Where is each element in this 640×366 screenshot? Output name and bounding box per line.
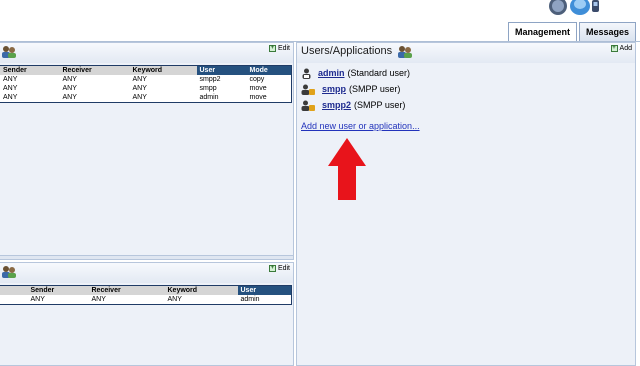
user-type: (Standard user)	[347, 68, 411, 78]
user-list: admin (Standard user) smpp (SMPP user) s…	[301, 65, 410, 113]
col-keyword[interactable]: Keyword	[129, 65, 197, 75]
add-user-label: Add	[619, 45, 632, 52]
add-user-button[interactable]: + Add	[610, 45, 632, 52]
second-edit-button[interactable]: + Edit	[268, 265, 290, 272]
tab-messages[interactable]: Messages	[578, 22, 636, 41]
col-sender[interactable]: Sender	[0, 65, 60, 75]
users-group-icon	[2, 266, 16, 278]
list-item: smpp (SMPP user)	[301, 81, 410, 97]
routing-table: Sender Receiver Keyword User Mode ANY AN…	[0, 65, 292, 103]
cell-mode: move	[249, 85, 267, 92]
panel-splitter[interactable]	[0, 255, 294, 260]
user-type: (SMPP user)	[349, 84, 401, 94]
second-table: Sender Receiver Keyword User ANY ANY ANY…	[0, 285, 292, 305]
cell-empty	[0, 295, 28, 305]
red-arrow-up-icon	[328, 138, 366, 200]
routing-edit-label: Edit	[277, 45, 290, 52]
second-panel: + Edit Sender Receiver Keyword User ANY …	[0, 262, 294, 366]
cell-keyword: ANY	[132, 76, 147, 83]
cell-user: admin	[240, 296, 260, 303]
list-item: admin (Standard user)	[301, 65, 410, 81]
users-panel-header: Users/Applications + Add	[297, 43, 635, 63]
cell-keyword: ANY	[132, 85, 147, 92]
table-row[interactable]: ANY ANY ANY admin move	[0, 93, 292, 103]
smpp-user-icon	[301, 84, 315, 95]
users-group-icon	[398, 46, 412, 58]
users-group-icon	[2, 46, 16, 58]
tab-management[interactable]: Management	[507, 22, 577, 41]
user-link-admin[interactable]: admin	[318, 68, 345, 78]
second-edit-label: Edit	[277, 265, 290, 272]
users-panel: Users/Applications + Add admin (Standard…	[296, 42, 636, 366]
col-mode[interactable]: Mode	[246, 65, 292, 75]
edit-icon: +	[268, 45, 276, 52]
cell-keyword: ANY	[132, 94, 147, 101]
table-row[interactable]: ANY ANY ANY smpp2 copy	[0, 75, 292, 84]
top-bar: Management Messages	[0, 0, 640, 42]
second-panel-header: + Edit	[0, 263, 293, 283]
cell-sender: ANY	[3, 94, 18, 101]
cell-receiver: ANY	[62, 85, 77, 92]
main-tabs: Management Messages	[507, 22, 636, 41]
cell-user: admin	[199, 94, 219, 101]
cell-mode: copy	[249, 76, 265, 83]
list-item: smpp2 (SMPP user)	[301, 97, 410, 113]
cell-receiver: ANY	[62, 94, 77, 101]
cell-user: smpp	[199, 85, 217, 92]
col-user[interactable]: User	[237, 285, 292, 295]
col-empty	[0, 285, 28, 295]
cell-receiver: ANY	[62, 76, 77, 83]
cell-mode: move	[249, 94, 267, 101]
col-user[interactable]: User	[196, 65, 247, 75]
user-link-smpp[interactable]: smpp	[322, 84, 346, 94]
smpp-user-icon	[301, 100, 315, 111]
cell-sender: ANY	[30, 296, 45, 303]
cell-user: smpp2	[199, 76, 221, 83]
add-new-user-link[interactable]: Add new user or application...	[301, 121, 420, 131]
col-receiver[interactable]: Receiver	[59, 65, 130, 75]
routing-table-header: Sender Receiver Keyword User Mode	[0, 65, 292, 75]
edit-icon: +	[268, 265, 276, 272]
table-row[interactable]: ANY ANY ANY smpp move	[0, 84, 292, 93]
users-panel-title: Users/Applications	[301, 45, 393, 57]
cell-sender: ANY	[3, 76, 18, 83]
logo-graphic-icon	[549, 0, 599, 15]
routing-edit-button[interactable]: + Edit	[268, 45, 290, 52]
user-type: (SMPP user)	[354, 100, 406, 110]
cell-receiver: ANY	[91, 296, 106, 303]
table-row[interactable]: ANY ANY ANY admin	[0, 295, 292, 305]
add-icon: +	[610, 45, 618, 52]
second-table-header: Sender Receiver Keyword User	[0, 285, 292, 295]
routing-panel-header: + Edit	[0, 43, 293, 63]
user-link-smpp2[interactable]: smpp2	[322, 100, 351, 110]
routing-panel: + Edit Sender Receiver Keyword User Mode…	[0, 42, 294, 260]
user-icon	[302, 68, 311, 79]
col-receiver[interactable]: Receiver	[88, 285, 165, 295]
cell-keyword: ANY	[167, 296, 182, 303]
cell-sender: ANY	[3, 85, 18, 92]
col-keyword[interactable]: Keyword	[164, 285, 238, 295]
col-sender[interactable]: Sender	[27, 285, 89, 295]
